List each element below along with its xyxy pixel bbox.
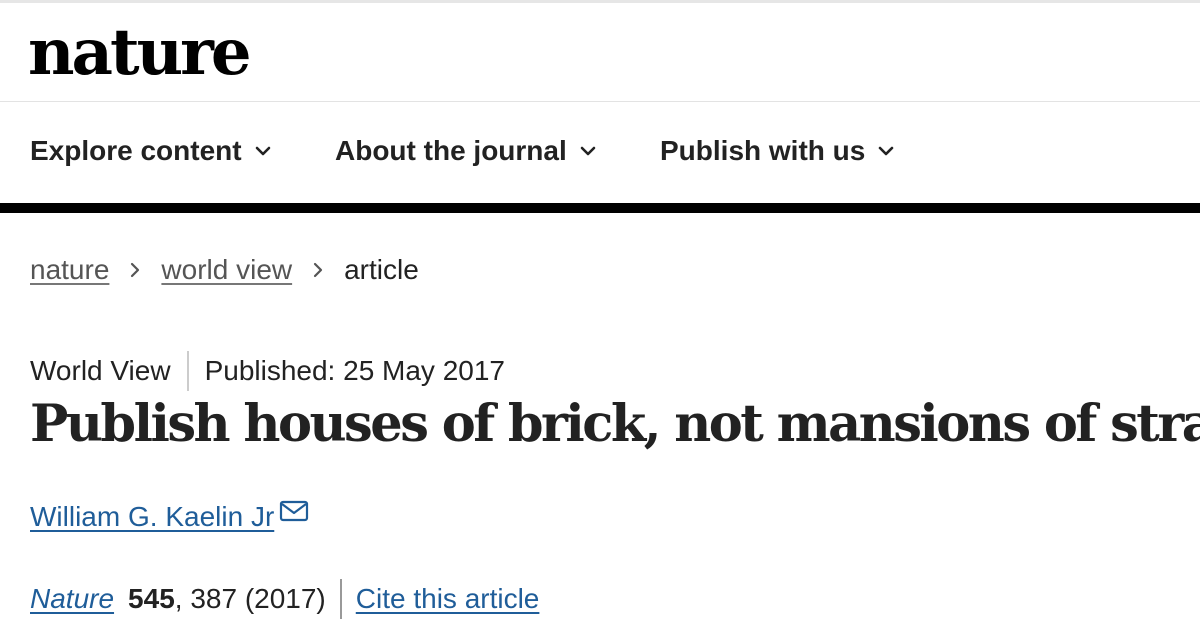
chevron-down-icon: [879, 146, 894, 156]
author-link[interactable]: William G. Kaelin Jr: [30, 501, 274, 533]
meta-divider: [186, 351, 189, 391]
nav-publish-with-us[interactable]: Publish with us: [660, 135, 895, 167]
main-nav: Explore content About the journal Publis…: [0, 103, 1200, 203]
nav-about-journal[interactable]: About the journal: [335, 135, 597, 167]
published-date: Published: 25 May 2017: [204, 355, 506, 386]
article-type: World View: [30, 355, 171, 386]
cite-this-article-link[interactable]: Cite this article: [356, 583, 540, 615]
chevron-down-icon: [580, 146, 596, 156]
chevron-right-icon: [131, 262, 140, 278]
article-meta: World View Published: 25 May 2017: [30, 350, 505, 392]
article-title: Publish houses of brick, not mansions of…: [30, 394, 1200, 454]
mail-icon[interactable]: [278, 499, 310, 523]
breadcrumb-current: article: [344, 254, 419, 285]
journal-link[interactable]: Nature: [30, 583, 114, 615]
nav-explore-content-label: Explore content: [30, 135, 242, 166]
citation-divider: [339, 579, 342, 619]
breadcrumb: nature world view article: [30, 250, 419, 290]
citation-line: Nature 545 , 387 (2017) Cite this articl…: [30, 578, 539, 620]
author-list: William G. Kaelin Jr: [30, 497, 310, 537]
chevron-right-icon: [314, 262, 323, 278]
site-header: nature: [0, 3, 1200, 102]
nav-publish-with-us-label: Publish with us: [660, 135, 866, 166]
volume-number: 545: [128, 583, 175, 614]
breadcrumb-world-view[interactable]: world view: [161, 254, 292, 286]
nav-divider: [0, 203, 1200, 213]
nature-logo[interactable]: nature: [28, 13, 252, 93]
breadcrumb-nature[interactable]: nature: [30, 254, 109, 286]
pages-year: , 387 (2017): [174, 583, 326, 614]
chevron-down-icon: [255, 146, 270, 156]
nav-explore-content[interactable]: Explore content: [30, 135, 272, 167]
nav-about-journal-label: About the journal: [335, 135, 567, 166]
